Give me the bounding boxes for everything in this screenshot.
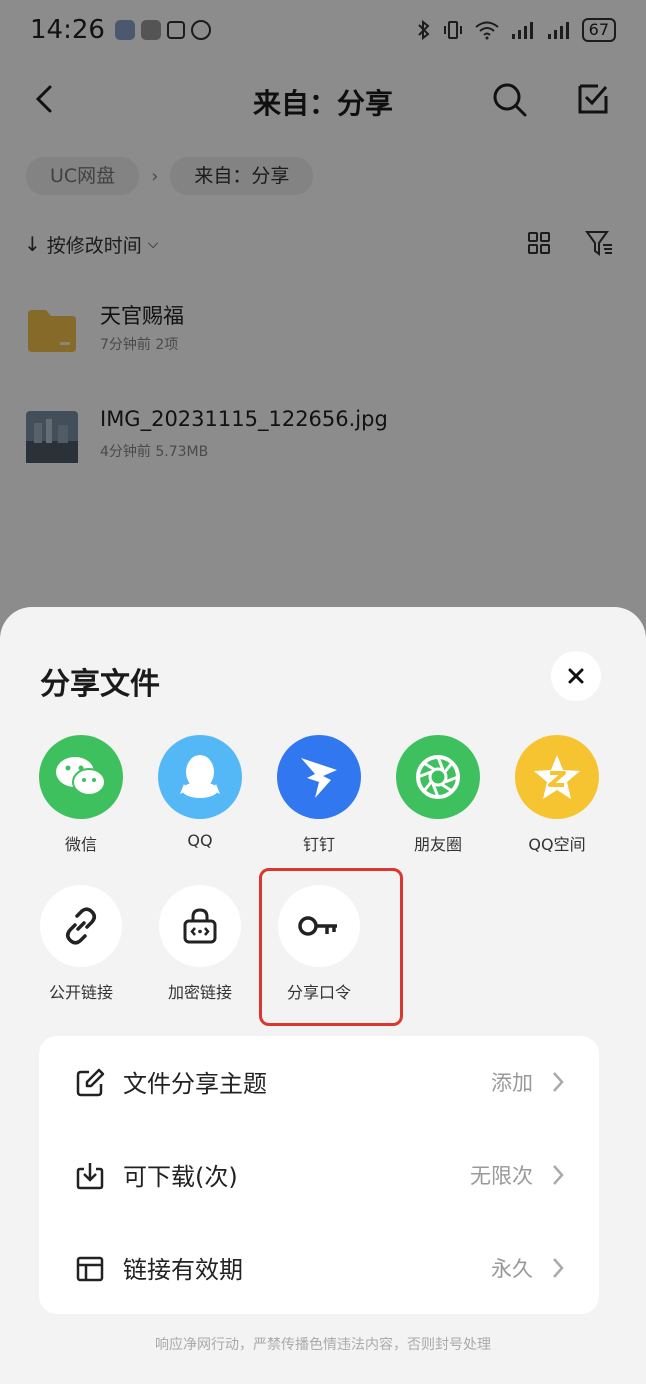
share-target-dingtalk[interactable]: 钉钉	[269, 735, 369, 855]
highlight-annotation	[259, 868, 403, 1026]
qzone-icon	[515, 735, 599, 819]
dingtalk-icon	[277, 735, 361, 819]
option-value: 无限次	[470, 1164, 533, 1188]
option-label: 可下载(次)	[123, 1163, 238, 1191]
share-target-label: 微信	[64, 835, 97, 854]
encrypted-link-button[interactable]: 加密链接	[150, 885, 250, 1003]
option-share-subject[interactable]: 文件分享主题 添加	[39, 1036, 599, 1128]
option-value: 添加	[491, 1071, 533, 1095]
chevron-right-icon	[553, 1258, 564, 1278]
share-target-qzone[interactable]: QQ空间	[507, 735, 607, 855]
wechat-icon	[39, 735, 123, 819]
qq-icon	[158, 735, 242, 819]
close-icon	[568, 668, 584, 684]
tool-label: 加密链接	[167, 983, 232, 1002]
share-sheet: 分享文件 微信 QQ 钉钉 朋友圈 QQ空间 公开链接 加密链接 分享口令 文件…	[0, 607, 646, 1384]
share-target-qq[interactable]: QQ	[150, 735, 250, 850]
share-target-label: 朋友圈	[413, 835, 462, 854]
sheet-title: 分享文件	[40, 667, 160, 702]
share-options-card: 文件分享主题 添加 可下载(次) 无限次 链接有效期 永久	[39, 1036, 599, 1314]
option-value: 永久	[491, 1257, 533, 1281]
close-button[interactable]	[551, 651, 601, 701]
link-icon	[40, 885, 122, 967]
chevron-right-icon	[553, 1072, 564, 1092]
public-link-button[interactable]: 公开链接	[31, 885, 131, 1003]
footer-note: 响应净网行动，严禁传播色情违法内容，否则封号处理	[155, 1337, 491, 1353]
share-target-label: QQ	[187, 831, 213, 850]
option-label: 链接有效期	[123, 1256, 243, 1284]
download-icon	[76, 1163, 104, 1190]
share-target-label: 钉钉	[302, 835, 335, 854]
option-label: 文件分享主题	[123, 1070, 267, 1098]
share-target-moments[interactable]: 朋友圈	[388, 735, 488, 855]
moments-icon	[396, 735, 480, 819]
share-targets: 微信 QQ 钉钉 朋友圈 QQ空间	[0, 735, 646, 855]
lock-icon	[159, 885, 241, 967]
option-link-expiry[interactable]: 链接有效期 永久	[39, 1222, 599, 1314]
edit-icon	[76, 1068, 105, 1097]
tool-label: 公开链接	[48, 983, 113, 1002]
chevron-right-icon	[553, 1165, 564, 1185]
layout-icon	[76, 1256, 104, 1282]
option-download-limit[interactable]: 可下载(次) 无限次	[39, 1129, 599, 1221]
share-target-wechat[interactable]: 微信	[31, 735, 131, 855]
share-target-label: QQ空间	[528, 835, 586, 854]
